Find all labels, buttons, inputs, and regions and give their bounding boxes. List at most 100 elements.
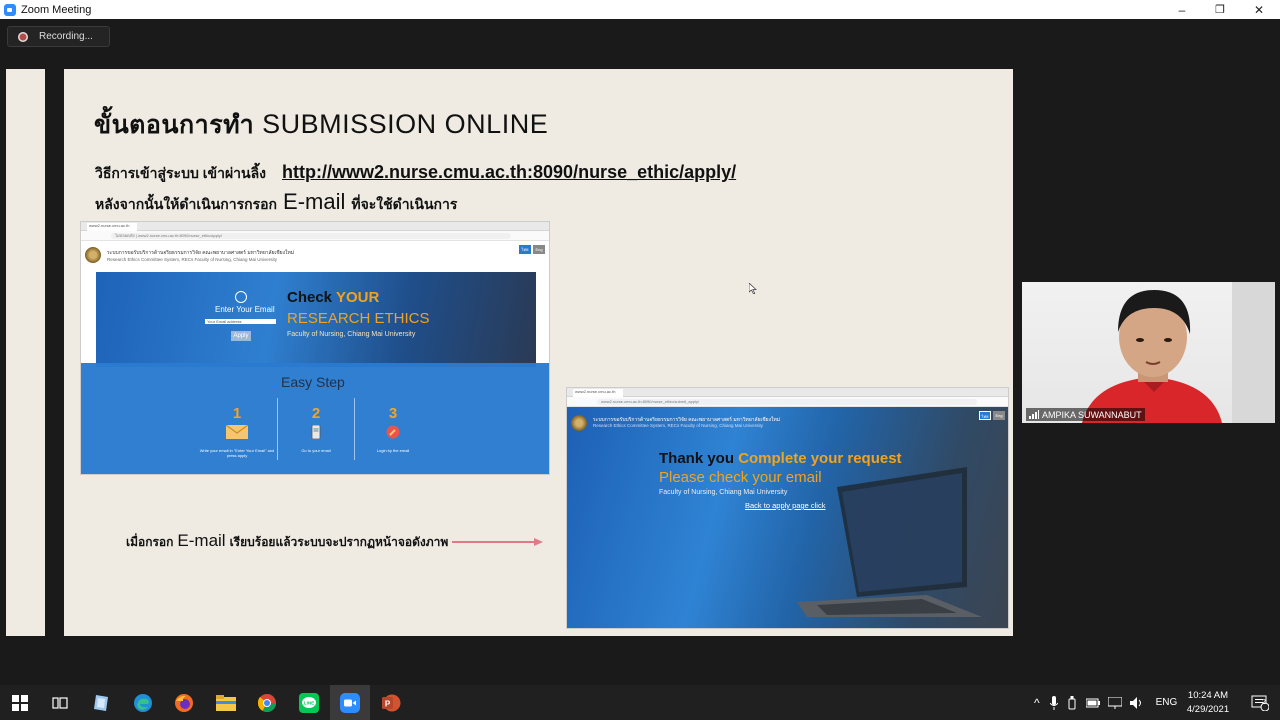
lang-en-button: Eng (533, 245, 545, 254)
mouse-pointer-icon (749, 283, 757, 294)
slide-line-email: หลังจากนั้นให้ดำเนินการกรอก E-mail ที่จะ… (95, 189, 457, 216)
microphone-icon[interactable] (1049, 695, 1058, 710)
complete-request-text: Complete your request (738, 450, 902, 467)
apply-url-link: http://www2.nurse.cmu.ac.th:8090/nurse_e… (282, 162, 737, 182)
lang-th-button: ไทย (979, 411, 991, 420)
participant-video-tile[interactable]: AMPIKA SUWANNABUT (1022, 282, 1275, 423)
window-title: Zoom Meeting (21, 3, 92, 16)
participant-name: AMPIKA SUWANNABUT (1042, 409, 1142, 420)
browser-tab: www2.nurse.cmu.ac.th (87, 223, 137, 231)
browser-tab-bar: www2.nurse.cmu.ac.th (567, 388, 1008, 397)
task-view-icon[interactable] (40, 685, 80, 720)
back-to-apply-link: Back to apply page click (745, 501, 826, 510)
university-seal-icon (571, 415, 587, 431)
record-dot-icon (18, 31, 28, 42)
browser-tab: www2.nurse.cmu.ac.th (573, 389, 623, 397)
site-title: ระบบการขอรับบริการด้านจริยธรรมการวิจัย ค… (107, 250, 295, 256)
site-subtitle: Research Ethics Committee System, RECs F… (593, 423, 764, 428)
powerpoint-icon[interactable]: P (371, 685, 411, 720)
slide-title: ขั้นตอนการทำ SUBMISSION ONLINE (94, 105, 548, 145)
thank-you-heading: Thank you Complete your request (659, 450, 902, 467)
browser-tab-bar: www2.nurse.cmu.ac.th (81, 222, 549, 231)
shared-slide: ขั้นตอนการทำ SUBMISSION ONLINE วิธีการเข… (64, 69, 1013, 636)
lang-th-button: ไทย (519, 245, 531, 254)
faculty-text: Faculty of Nursing, Chiang Mai Universit… (659, 489, 788, 496)
system-tray: ^ ENG (1032, 685, 1177, 720)
email-input: Your Email address (205, 319, 276, 324)
thank-you-text: Thank you (659, 450, 735, 467)
address-field: ไม่ปลอดภัย | www2.nurse.cmu.ac.th:8090/n… (111, 233, 511, 239)
confirmation-hero: ระบบการขอรับบริการด้านจริยธรรมการวิจัย ค… (567, 407, 1008, 628)
email-instruction-a: หลังจากนั้นให้ดำเนินการกรอก (95, 196, 278, 212)
close-button[interactable]: ✕ (1239, 0, 1279, 19)
chevron-up-icon[interactable]: ^ (1034, 696, 1040, 710)
step-number: 1 (232, 405, 242, 422)
hero-check: Check (287, 289, 333, 306)
easy-step-title: Easy Step (281, 374, 345, 390)
notification-center-icon[interactable]: 2 (1240, 685, 1280, 720)
apply-button: Apply (231, 331, 251, 341)
browser-address-bar: ไม่ปลอดภัย | www2.nurse.cmu.ac.th:8090/n… (81, 231, 549, 241)
email-word: E-mail (283, 189, 346, 214)
lang-en-button: Eng (993, 411, 1005, 420)
notification-count: 2 (1262, 699, 1266, 706)
zoom-taskbar-icon[interactable] (330, 685, 370, 720)
apply-hero-banner: Enter Your Email Your Email address Appl… (96, 272, 536, 367)
easy-step-panel: Easy Step 1 Write your email in "Enter Y… (81, 363, 549, 474)
participant-figure (1082, 282, 1275, 423)
input-language[interactable]: ENG (1156, 697, 1178, 708)
volume-icon[interactable] (1129, 696, 1144, 709)
envelope-circle-icon (235, 291, 247, 303)
chrome-icon[interactable] (247, 685, 287, 720)
taskbar-clock[interactable]: 10:24 AM 4/29/2021 (1180, 689, 1236, 717)
firefox-icon[interactable] (164, 685, 204, 720)
meeting-area: Recording... ขั้นตอนการทำ SUBMISSION ONL… (0, 19, 1280, 685)
clock-time: 10:24 AM (1187, 690, 1229, 701)
phone-mail-icon (311, 424, 321, 440)
windows-taskbar: LINE P ^ ENG 10:24 AM 4/29/2021 2 (0, 685, 1280, 720)
window-title-bar: Zoom Meeting – ❐ ✕ (0, 0, 1280, 19)
confirmation-page-screenshot: www2.nurse.cmu.ac.th www2.nurse.cmu.ac.t… (566, 387, 1009, 629)
recording-label: Recording... (39, 31, 93, 42)
step-number: 3 (388, 405, 398, 422)
access-instruction: วิธีการเข้าสู่ระบบ เข้าผ่านลิ้ง (95, 165, 266, 181)
address-field: www2.nurse.cmu.ac.th:8090/nurse_ethic/su… (597, 399, 977, 405)
participant-name-tag: AMPIKA SUWANNABUT (1026, 408, 1145, 421)
hero-your: YOUR (335, 289, 380, 306)
key-icon (386, 425, 400, 439)
slide-title-english: SUBMISSION ONLINE (262, 109, 549, 139)
svg-text:LINE: LINE (304, 700, 314, 705)
step-number: 2 (311, 405, 321, 422)
right-arrow-icon (452, 538, 543, 546)
battery-icon[interactable] (1085, 698, 1100, 708)
note-thai-b: เรียบร้อยแล้วระบบจะปรากฏหน้าจอดังภาพ (229, 535, 449, 549)
minimize-button[interactable]: – (1162, 0, 1202, 19)
file-app-icon[interactable] (81, 685, 121, 720)
email-instruction-b: ที่จะใช้ดำเนินการ (351, 196, 458, 212)
site-subtitle: Research Ethics Committee System, RECs F… (107, 257, 278, 262)
note-thai-a: เมื่อกรอก (126, 535, 174, 549)
clock-date: 4/29/2021 (1186, 704, 1230, 715)
network-icon[interactable] (1107, 696, 1122, 709)
edge-browser-icon[interactable] (123, 685, 163, 720)
line-app-icon[interactable]: LINE (289, 685, 329, 720)
usb-drive-icon[interactable] (1068, 695, 1076, 710)
windows-start-icon[interactable] (0, 685, 40, 720)
svg-text:P: P (385, 699, 391, 708)
hero-faculty: Faculty of Nursing, Chiang Mai Universit… (287, 331, 416, 338)
envelope-icon (225, 424, 249, 439)
enter-email-label: Enter Your Email (215, 305, 275, 314)
signal-strength-icon (1029, 410, 1039, 419)
hero-research-ethics: RESEARCH ETHICS (287, 310, 430, 327)
step-3: 3 Login by the email (355, 405, 431, 453)
browser-address-bar: www2.nurse.cmu.ac.th:8090/nurse_ethic/su… (567, 397, 1008, 407)
step-caption: Login by the email (376, 448, 410, 453)
maximize-button[interactable]: ❐ (1200, 0, 1240, 19)
step-1: 1 Write your email in "Enter Your Email"… (199, 405, 275, 458)
laptop-illustration (797, 467, 982, 617)
note-email-word: E-mail (177, 531, 226, 550)
check-email-text: Please check your email (659, 469, 822, 486)
recording-indicator[interactable]: Recording... (7, 26, 110, 47)
file-explorer-icon[interactable] (206, 685, 246, 720)
step-caption: Write your email in "Enter Your Email" a… (199, 448, 275, 458)
